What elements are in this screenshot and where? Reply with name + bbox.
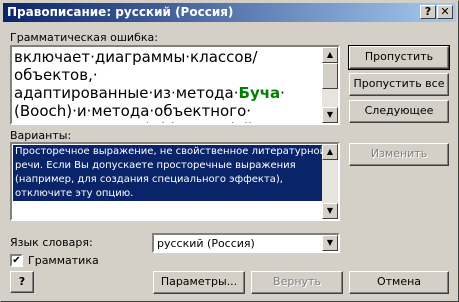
change-button[interactable]: Изменить — [349, 143, 449, 166]
help-button[interactable]: ? — [10, 271, 34, 293]
help-icon: ? — [424, 5, 432, 18]
skip-all-button[interactable]: Пропустить все — [349, 73, 449, 96]
variant-line: речи. Если Вы допускаете просторечные вы… — [13, 159, 322, 173]
spelling-dialog: Правописание: русский (Россия) ? ✕ Грамм… — [0, 0, 459, 302]
dictionary-value: русский (Россия) — [157, 237, 255, 250]
error-word-highlight: Буча — [238, 84, 281, 102]
dictionary-select[interactable]: русский (Россия) ▼ — [152, 233, 340, 253]
error-text: включает·диаграммы·классов/объектов,· ад… — [14, 48, 324, 123]
change-button-label: Изменить — [370, 147, 428, 160]
close-icon: ✕ — [440, 5, 450, 18]
variant-line: (например, для создания специального эфф… — [13, 173, 322, 187]
skip-all-button-label: Пропустить все — [353, 77, 445, 90]
chevron-down-icon[interactable]: ▼ — [322, 235, 338, 251]
error-text-before: включает·диаграммы·классов/объектов,· ад… — [14, 48, 258, 102]
checkmark-icon: ✔ — [12, 255, 21, 266]
options-button[interactable]: Параметры... — [153, 271, 245, 294]
undo-button-label: Вернуть — [273, 275, 321, 288]
close-button[interactable]: ✕ — [437, 5, 453, 19]
variants-scrollbar[interactable]: ▲ ▼ — [322, 144, 338, 219]
window-title: Правописание: русский (Россия) — [7, 5, 234, 19]
scroll-down-icon[interactable]: ▼ — [322, 107, 338, 123]
variant-line: Просторечное выражение, не свойственное … — [13, 145, 327, 159]
variants-selected-item[interactable]: Просторечное выражение, не свойственное … — [13, 145, 327, 201]
next-button-label: Следующее — [364, 104, 434, 117]
grammar-label: Грамматика — [28, 254, 99, 267]
variants-list[interactable]: Просторечное выражение, не свойственное … — [10, 142, 340, 221]
title-bar: Правописание: русский (Россия) ? ✕ — [3, 3, 456, 22]
cancel-button-label: Отмена — [376, 275, 422, 288]
error-textbox[interactable]: включает·диаграммы·классов/объектов,· ад… — [10, 45, 340, 125]
options-button-label: Параметры... — [160, 275, 238, 288]
next-button[interactable]: Следующее — [349, 100, 449, 123]
scroll-down-icon[interactable]: ▼ — [322, 203, 338, 219]
scroll-up-icon[interactable]: ▲ — [322, 47, 338, 63]
undo-button[interactable]: Вернуть — [251, 271, 343, 294]
dictionary-label: Язык словаря: — [10, 236, 93, 249]
variant-line: отключите эту опцию. — [13, 187, 322, 201]
skip-button[interactable]: Пропустить — [348, 45, 450, 70]
help-title-button[interactable]: ? — [420, 5, 436, 19]
scroll-thumb[interactable] — [322, 63, 338, 89]
help-icon: ? — [18, 275, 26, 288]
cancel-button[interactable]: Отмена — [349, 271, 449, 294]
error-scrollbar[interactable]: ▲ ▼ — [322, 47, 338, 123]
variants-label: Варианты: — [10, 129, 72, 142]
grammar-checkbox[interactable]: ✔ — [10, 254, 23, 267]
scroll-up-icon[interactable]: ▲ — [322, 144, 338, 160]
skip-button-label: Пропустить — [364, 50, 434, 63]
error-label: Грамматическая ошибка: — [10, 31, 158, 44]
